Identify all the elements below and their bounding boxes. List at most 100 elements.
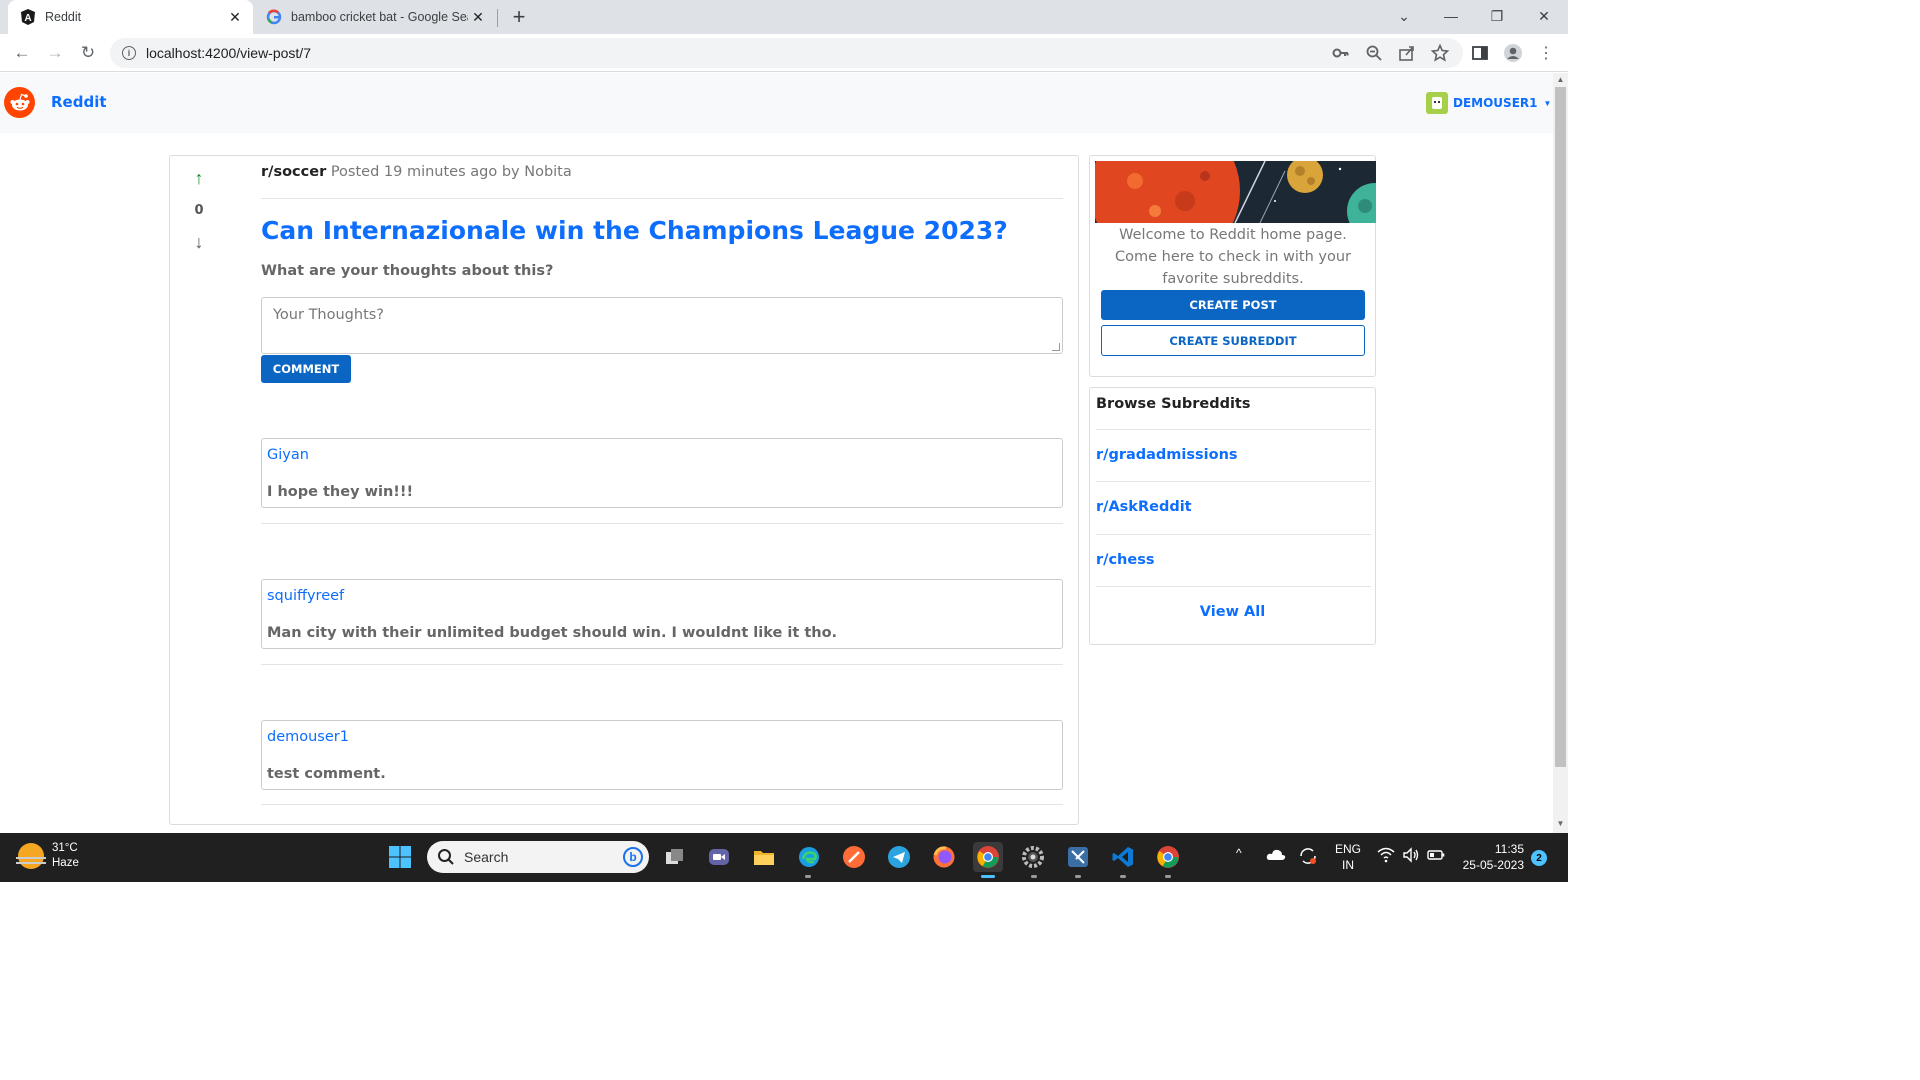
teams-meet-icon[interactable]	[704, 842, 734, 872]
tab-title: Reddit	[45, 10, 82, 24]
vscode-icon[interactable]	[1108, 842, 1138, 872]
close-tab-icon[interactable]: ✕	[468, 7, 488, 27]
telegram-icon[interactable]	[884, 842, 914, 872]
reddit-logo-icon[interactable]	[4, 87, 35, 118]
downvote-arrow-icon[interactable]: ↓	[188, 232, 210, 253]
show-hidden-icons-icon[interactable]: ^	[1236, 846, 1242, 860]
comment-card: demouser1 test comment.	[261, 720, 1063, 790]
running-indicator	[1075, 875, 1081, 878]
tab-separator	[497, 9, 498, 27]
svg-text:A: A	[24, 13, 31, 24]
address-bar[interactable]: i localhost:4200/view-post/7	[110, 38, 1463, 68]
brand-link[interactable]: Reddit	[51, 93, 107, 111]
task-view-icon[interactable]	[660, 842, 690, 872]
time: 11:35	[1494, 842, 1524, 856]
divider	[261, 664, 1063, 665]
zoom-icon[interactable]	[1364, 43, 1384, 63]
windows-start-icon[interactable]	[385, 842, 415, 872]
comment-author[interactable]: Giyan	[267, 447, 309, 463]
profile-icon[interactable]	[1503, 43, 1523, 63]
menu-icon[interactable]: ⋮	[1536, 43, 1556, 63]
banner-image	[1095, 161, 1376, 223]
chrome-profile-icon[interactable]	[1153, 842, 1183, 872]
scroll-down-icon[interactable]: ▼	[1556, 819, 1565, 828]
weather-condition: Haze	[52, 857, 79, 869]
file-explorer-icon[interactable]	[749, 842, 779, 872]
tab-google-search[interactable]: bamboo cricket bat - Google Sea ✕	[256, 0, 496, 34]
caret-down-icon: ▼	[1543, 98, 1552, 108]
browse-subreddits-card: Browse Subreddits r/gradadmissions r/Ask…	[1089, 387, 1376, 645]
running-indicator	[1165, 875, 1171, 878]
onedrive-cloud-icon[interactable]	[1266, 847, 1286, 864]
subreddit-link[interactable]: r/AskReddit	[1096, 499, 1192, 515]
edge-icon[interactable]	[794, 842, 824, 872]
running-indicator	[1120, 875, 1126, 878]
wifi-icon[interactable]	[1377, 847, 1395, 866]
comment-author[interactable]: demouser1	[267, 729, 349, 745]
divider	[1096, 534, 1371, 535]
system-clock[interactable]: 11:35 25-05-2023	[1452, 841, 1524, 873]
bing-icon[interactable]: b	[623, 847, 643, 867]
comment-button[interactable]: COMMENT	[261, 355, 351, 383]
divider	[261, 198, 1063, 199]
comment-author[interactable]: squiffyreef	[267, 588, 344, 604]
settings-gear-icon[interactable]	[1018, 842, 1048, 872]
user-menu[interactable]: DEMOUSER1 ▼	[1426, 92, 1551, 114]
scroll-thumb[interactable]	[1555, 87, 1566, 767]
upvote-arrow-icon[interactable]: ↑	[188, 168, 210, 189]
subreddit-link[interactable]: r/chess	[1096, 552, 1154, 568]
back-icon[interactable]: ←	[10, 41, 34, 65]
page-scrollbar[interactable]: ▲ ▼	[1553, 73, 1568, 833]
notification-badge[interactable]: 2	[1531, 850, 1547, 866]
firefox-icon[interactable]	[929, 842, 959, 872]
comment-card: squiffyreef Man city with their unlimite…	[261, 579, 1063, 649]
avatar	[1426, 92, 1448, 114]
subreddit-link[interactable]: r/soccer	[261, 164, 326, 180]
reload-icon[interactable]: ↻	[76, 41, 100, 65]
minimize-icon[interactable]: —	[1428, 0, 1474, 32]
comment-placeholder: Your Thoughts?	[273, 307, 385, 323]
post-body: What are your thoughts about this?	[261, 263, 554, 279]
restore-icon[interactable]: ❐	[1474, 0, 1520, 32]
new-tab-icon[interactable]: +	[508, 4, 530, 29]
scroll-up-icon[interactable]: ▲	[1556, 75, 1565, 84]
sync-icon[interactable]	[1298, 847, 1318, 868]
side-panel-icon[interactable]	[1470, 43, 1490, 63]
forward-icon[interactable]: →	[43, 41, 67, 65]
post-meta: r/soccer Posted 19 minutes ago by Nobita	[261, 164, 572, 180]
key-icon[interactable]	[1331, 43, 1351, 63]
volume-icon[interactable]	[1402, 847, 1420, 866]
weather-widget[interactable]: 31°C Haze	[16, 841, 79, 871]
region-code: IN	[1342, 858, 1354, 872]
resize-handle-icon[interactable]	[1052, 343, 1060, 351]
close-window-icon[interactable]: ✕	[1521, 0, 1567, 32]
post-title[interactable]: Can Internazionale win the Champions Lea…	[261, 216, 1008, 245]
language-indicator[interactable]: ENG IN	[1334, 841, 1362, 873]
comment-text: Man city with their unlimited budget sho…	[267, 625, 838, 641]
view-all-link[interactable]: View All	[1090, 604, 1375, 620]
site-info-icon[interactable]: i	[122, 46, 136, 60]
tab-search-icon[interactable]: ⌄	[1381, 0, 1427, 32]
battery-icon[interactable]	[1427, 847, 1445, 866]
date: 25-05-2023	[1462, 858, 1524, 872]
comment-text: I hope they win!!!	[267, 484, 414, 500]
username: DEMOUSER1	[1453, 96, 1538, 110]
divider	[1096, 429, 1371, 430]
snipping-tool-icon[interactable]	[1063, 842, 1093, 872]
search-placeholder: Search	[464, 849, 509, 865]
taskbar-search-box[interactable]: Search b	[427, 841, 649, 873]
subreddit-link[interactable]: r/gradadmissions	[1096, 447, 1238, 463]
close-tab-icon[interactable]: ✕	[225, 7, 245, 27]
divider	[1096, 481, 1371, 482]
create-post-button[interactable]: CREATE POST	[1101, 290, 1365, 320]
comment-textarea[interactable]: Your Thoughts?	[261, 297, 1063, 354]
google-icon	[266, 9, 282, 25]
tab-reddit[interactable]: A Reddit ✕	[8, 0, 253, 34]
create-subreddit-button[interactable]: CREATE SUBREDDIT	[1101, 325, 1365, 356]
postman-icon[interactable]	[839, 842, 869, 872]
browser-toolbar: ← → ↻ i localhost:4200/view-post/7 ⋮	[0, 34, 1568, 72]
share-icon[interactable]	[1397, 43, 1417, 63]
bookmark-star-icon[interactable]	[1430, 43, 1450, 63]
chrome-icon[interactable]	[973, 842, 1003, 872]
divider	[261, 804, 1063, 805]
